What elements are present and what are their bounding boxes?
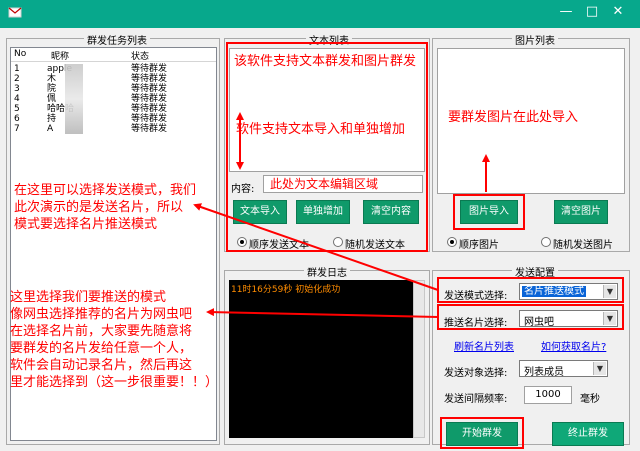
freq-input[interactable]: 1000 — [524, 386, 572, 404]
annotation-box-image-import — [453, 194, 525, 230]
log-title: 群发日志 — [304, 264, 350, 279]
annotation-card-line5: 软件会自动记录名片，然后再这 — [10, 358, 193, 373]
howto-cards-link[interactable]: 如何获取名片? — [541, 338, 606, 353]
minimize-button[interactable]: — — [556, 4, 576, 20]
maximize-button[interactable]: □ — [582, 4, 602, 20]
radio-seq-image-label: 顺序图片 — [459, 240, 499, 251]
annotation-box-card — [437, 304, 624, 330]
radio-rand-image[interactable] — [541, 237, 551, 247]
table-row[interactable]: 2 木等待群发 — [11, 74, 216, 84]
stop-send-button[interactable]: 终止群发 — [552, 422, 624, 446]
annotation-card-line6: 里才能选择到（这一步很重要！！） — [10, 375, 219, 390]
freq-unit: 毫秒 — [580, 394, 600, 405]
task-list-title: 群发任务列表 — [84, 32, 150, 47]
annotation-box-text — [226, 42, 428, 252]
annotation-card-line1: 这里选择我们要推送的模式 — [10, 290, 167, 305]
table-row[interactable]: 4 佩等待群发 — [11, 94, 216, 104]
target-select-value: 列表成员 — [524, 367, 564, 378]
log-scrollbar[interactable] — [413, 280, 425, 438]
table-row[interactable]: 3 院等待群发 — [11, 84, 216, 94]
col-nick[interactable]: 昵称 — [51, 49, 69, 62]
refresh-cards-link[interactable]: 刷新名片列表 — [454, 338, 514, 353]
target-select[interactable]: 列表成员 ▼ — [519, 360, 608, 378]
annotation-card-line4: 要群发的名片发给任意一个人， — [10, 341, 193, 356]
radio-seq-image[interactable] — [447, 237, 457, 247]
annotation-card-line3: 在选择名片前，大家要先随意将 — [10, 324, 193, 339]
log-view[interactable]: 11时16分59秒 初始化成功 — [229, 280, 413, 438]
app-icon — [8, 7, 22, 18]
title-bar: — □ ✕ — [0, 0, 640, 28]
table-row[interactable]: 5 哈哈哈 等待群发 — [11, 104, 216, 114]
task-list-header: No 昵称 状态 — [11, 48, 216, 62]
annotation-box-mode — [437, 277, 624, 303]
image-list-box[interactable]: 要群发图片在此处导入 — [437, 48, 625, 194]
clear-images-button[interactable]: 清空图片 — [554, 200, 608, 224]
annotation-mode-line3: 模式要选择名片推送模式 — [14, 217, 158, 232]
table-row[interactable]: 6 持等待群发 — [11, 114, 216, 124]
log-entry: 11时16分59秒 初始化成功 — [231, 285, 341, 295]
image-list-title: 图片列表 — [512, 32, 558, 47]
annotation-mode-line1: 在这里可以选择发送模式，我们 — [14, 183, 197, 198]
annotation-card-line2: 像网虫选择推荐的名片为网虫吧 — [10, 307, 193, 322]
target-label: 发送对象选择: — [444, 368, 508, 379]
table-row[interactable]: 7 A 等待群发 — [11, 124, 216, 134]
annotation-box-start — [440, 417, 524, 449]
table-row[interactable]: 1 apple 等待群发 — [11, 64, 216, 74]
col-no[interactable]: No — [14, 49, 26, 59]
privacy-blur — [65, 64, 83, 134]
chevron-down-icon: ▼ — [593, 362, 606, 375]
close-button[interactable]: ✕ — [608, 4, 628, 20]
freq-label: 发送间隔频率: — [444, 394, 508, 405]
col-status[interactable]: 状态 — [131, 49, 149, 62]
image-list-note: 要群发图片在此处导入 — [448, 110, 579, 125]
annotation-mode-line2: 此次演示的是发送名片，所以 — [14, 200, 184, 215]
radio-rand-image-label: 随机发送图片 — [553, 240, 613, 251]
